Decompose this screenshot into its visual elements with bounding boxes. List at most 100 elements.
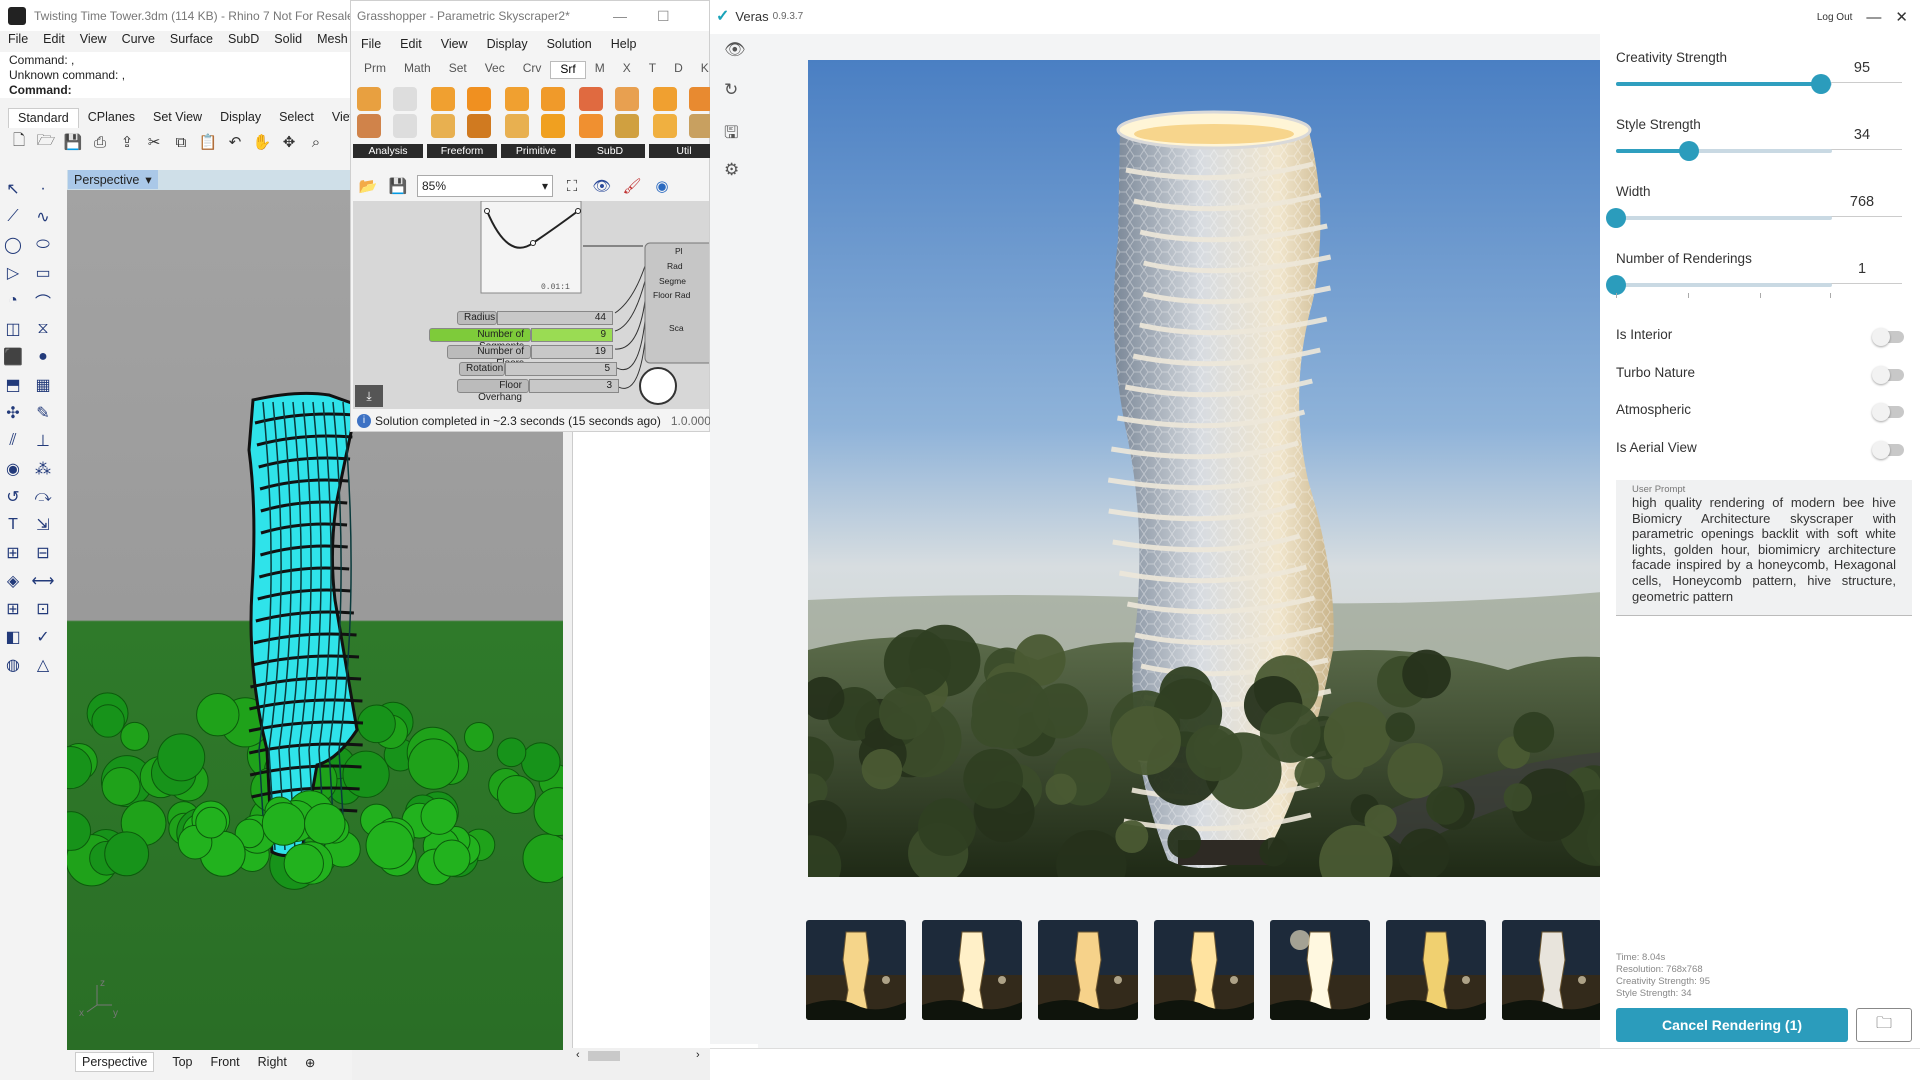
command-history[interactable]: Command: , Unknown command: , Command: [0, 52, 352, 98]
subd-fuse-icon[interactable] [615, 87, 639, 111]
open-folder-icon[interactable]: 🗁 [35, 131, 57, 153]
slider-knob[interactable] [1679, 141, 1700, 161]
layer-icon[interactable]: ◧ [2, 626, 24, 648]
undo-icon[interactable]: ↶ [224, 131, 246, 153]
close-icon[interactable]: ✕ [1895, 8, 1908, 26]
check-icon[interactable]: ✓ [32, 626, 54, 648]
rendering-thumbnail[interactable] [806, 920, 906, 1020]
print-icon[interactable]: ⎙ [89, 131, 111, 153]
command-prompt[interactable]: Command: [9, 83, 343, 98]
render-image[interactable] [808, 60, 1625, 877]
refresh-icon[interactable]: ↻ [724, 80, 738, 100]
dimension-icon[interactable]: ⇲ [32, 514, 54, 536]
atmospheric-toggle[interactable] [1872, 403, 1904, 421]
user-prompt-text[interactable]: high quality rendering of modern bee hiv… [1632, 495, 1896, 604]
style-strength-value[interactable]: 34 [1822, 127, 1902, 150]
zoom-select[interactable]: 85% ▾ [417, 175, 553, 197]
slider-value[interactable]: 9 [531, 327, 613, 342]
open-file-icon[interactable]: 📂 [357, 175, 379, 197]
cone-icon[interactable] [505, 114, 529, 138]
trim-icon[interactable]: ⊥ [32, 430, 54, 452]
tab-display[interactable]: Display [211, 108, 270, 128]
menu-file[interactable]: File [8, 32, 28, 50]
gh-menu-file[interactable]: File [361, 37, 381, 55]
gh-tab-prm[interactable]: Prm [355, 61, 395, 79]
align-icon[interactable]: ⊟ [32, 542, 54, 564]
gh-tab-set[interactable]: Set [440, 61, 476, 79]
join-icon[interactable]: ⤼ [32, 486, 54, 508]
loft-icon[interactable]: ⧖ [32, 318, 54, 340]
import-icon[interactable]: ⇪ [116, 131, 138, 153]
gh-menu-display[interactable]: Display [487, 37, 528, 55]
split-icon[interactable]: ⫽ [2, 430, 24, 452]
is-interior-toggle[interactable] [1872, 328, 1904, 346]
preview-sphere-icon[interactable]: ◉ [651, 175, 673, 197]
cancel-rendering-button[interactable]: Cancel Rendering (1) [1616, 1008, 1848, 1042]
logout-link[interactable]: Log Out [1817, 12, 1853, 23]
tab-select[interactable]: Select [270, 108, 323, 128]
boundary-surface-icon[interactable] [431, 87, 455, 111]
veras-titlebar[interactable]: ✓ Veras 0.9.3.7 [710, 0, 1920, 32]
menu-edit[interactable]: Edit [43, 32, 65, 50]
box-analysis-icon[interactable] [357, 87, 381, 111]
rendering-thumbnail[interactable] [1154, 920, 1254, 1020]
menu-mesh[interactable]: Mesh [317, 32, 348, 50]
graph-point[interactable] [575, 208, 581, 214]
ellipse-icon[interactable]: ⬭ [32, 234, 54, 256]
tab-front[interactable]: Front [210, 1055, 239, 1069]
subd-mesh-icon[interactable] [579, 114, 603, 138]
circle-icon[interactable]: ◯ [2, 234, 24, 256]
rectangle-icon[interactable]: ▭ [32, 262, 54, 284]
slider-knob[interactable] [1811, 74, 1832, 94]
cylinder-icon[interactable] [541, 87, 565, 111]
offset-surface-icon[interactable] [653, 87, 677, 111]
graph-point[interactable] [530, 240, 536, 246]
save-icon[interactable]: 🖫 [724, 120, 738, 149]
number-of-renderings-slider[interactable] [1606, 275, 1832, 295]
grid-icon[interactable]: ⊞ [2, 598, 24, 620]
gh-tab-math[interactable]: Math [395, 61, 440, 79]
width-slider[interactable] [1606, 208, 1832, 228]
tab-perspective[interactable]: Perspective [75, 1052, 155, 1072]
horizontal-scrollbar[interactable]: ‹ › [572, 1048, 710, 1064]
rebuild-icon[interactable]: ↺ [2, 486, 24, 508]
panel-circle[interactable] [639, 367, 677, 405]
transform-icon[interactable]: ✣ [2, 402, 24, 424]
mesh-icon[interactable]: ▦ [32, 374, 54, 396]
rendering-thumbnail[interactable] [1038, 920, 1138, 1020]
minimize-icon[interactable]: — [613, 8, 627, 24]
turbo-nature-toggle[interactable] [1872, 366, 1904, 384]
paste-icon[interactable]: 📋 [197, 131, 219, 153]
preview-eye-icon[interactable]: 👁 [591, 175, 613, 197]
gh-tab-vec[interactable]: Vec [476, 61, 514, 79]
scroll-left-icon[interactable]: ‹ [576, 1049, 580, 1061]
extrude-surface-icon[interactable] [467, 87, 491, 111]
viewport-label[interactable]: Perspective ▾ [68, 170, 158, 189]
tab-standard[interactable]: Standard [8, 108, 79, 128]
rendering-thumbnail[interactable] [1270, 920, 1370, 1020]
group-icon[interactable]: ⁂ [32, 458, 54, 480]
slider-value[interactable]: 19 [531, 344, 613, 359]
subd-edge-icon[interactable] [615, 114, 639, 138]
eye-icon[interactable]: 👁 [724, 40, 746, 60]
loft-surface-icon[interactable] [431, 114, 455, 138]
gh-tab-srf[interactable]: Srf [550, 61, 586, 79]
gear-icon[interactable]: ⚙ [724, 160, 739, 180]
copy-icon[interactable]: ⧉ [170, 131, 192, 153]
scroll-thumb[interactable] [588, 1051, 620, 1061]
rendering-thumbnail[interactable] [922, 920, 1022, 1020]
menu-view[interactable]: View [80, 32, 107, 50]
sphere-primitive-icon[interactable] [541, 114, 565, 138]
area-icon[interactable] [393, 87, 417, 111]
style-strength-slider[interactable] [1616, 141, 1832, 161]
material-icon[interactable]: △ [32, 654, 54, 676]
array-icon[interactable]: ⊞ [2, 542, 24, 564]
slider-value[interactable]: 3 [529, 378, 619, 393]
tab-right[interactable]: Right [258, 1055, 287, 1069]
add-viewport-icon[interactable]: ⊕ [305, 1055, 315, 1070]
pan-hand-icon[interactable]: ✋ [251, 131, 273, 153]
paint-brush-icon[interactable]: 🖌 [621, 175, 643, 197]
gh-menu-view[interactable]: View [441, 37, 468, 55]
open-folder-button[interactable]: 🗀 [1856, 1008, 1912, 1042]
slider-value[interactable]: 44 [497, 310, 613, 325]
